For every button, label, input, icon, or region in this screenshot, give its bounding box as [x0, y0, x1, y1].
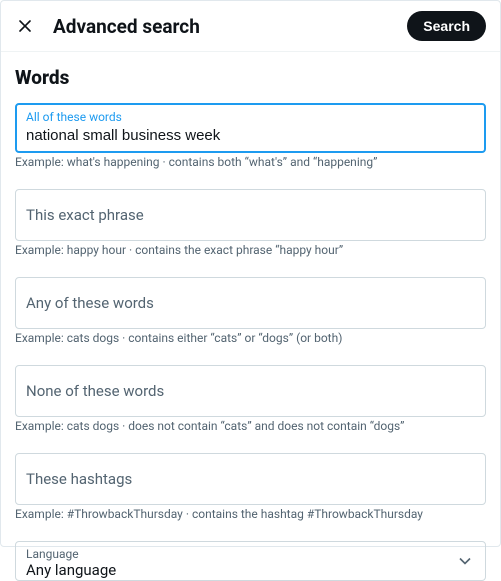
all-words-input[interactable]: [26, 127, 475, 144]
hashtags-placeholder: These hashtags: [26, 462, 475, 496]
exact-phrase-example: Example: happy hour · contains the exact…: [15, 243, 486, 257]
all-words-field[interactable]: All of these words: [15, 103, 486, 153]
any-words-example: Example: cats dogs · contains either “ca…: [15, 331, 486, 345]
language-label: Language: [26, 547, 116, 561]
none-words-field[interactable]: None of these words: [15, 365, 486, 417]
any-words-field[interactable]: Any of these words: [15, 277, 486, 329]
header: Advanced search Search: [1, 1, 500, 52]
close-icon[interactable]: [15, 16, 35, 36]
any-words-placeholder: Any of these words: [26, 286, 475, 320]
none-words-example: Example: cats dogs · does not contain “c…: [15, 419, 486, 433]
exact-phrase-placeholder: This exact phrase: [26, 198, 475, 232]
language-select[interactable]: Language Any language: [15, 541, 486, 581]
language-select-inner: Language Any language: [26, 547, 116, 579]
none-words-placeholder: None of these words: [26, 374, 475, 408]
all-words-label: All of these words: [26, 110, 475, 124]
all-words-example: Example: what's happening · contains bot…: [15, 155, 486, 169]
chevron-down-icon: [455, 551, 475, 575]
hashtags-example: Example: #ThrowbackThursday · contains t…: [15, 507, 486, 521]
words-section-title: Words: [15, 66, 486, 89]
search-button[interactable]: Search: [407, 11, 486, 41]
exact-phrase-field[interactable]: This exact phrase: [15, 189, 486, 241]
language-value: Any language: [26, 561, 116, 579]
page-title: Advanced search: [53, 15, 389, 38]
hashtags-field[interactable]: These hashtags: [15, 453, 486, 505]
content: Words All of these words Example: what's…: [1, 52, 500, 581]
